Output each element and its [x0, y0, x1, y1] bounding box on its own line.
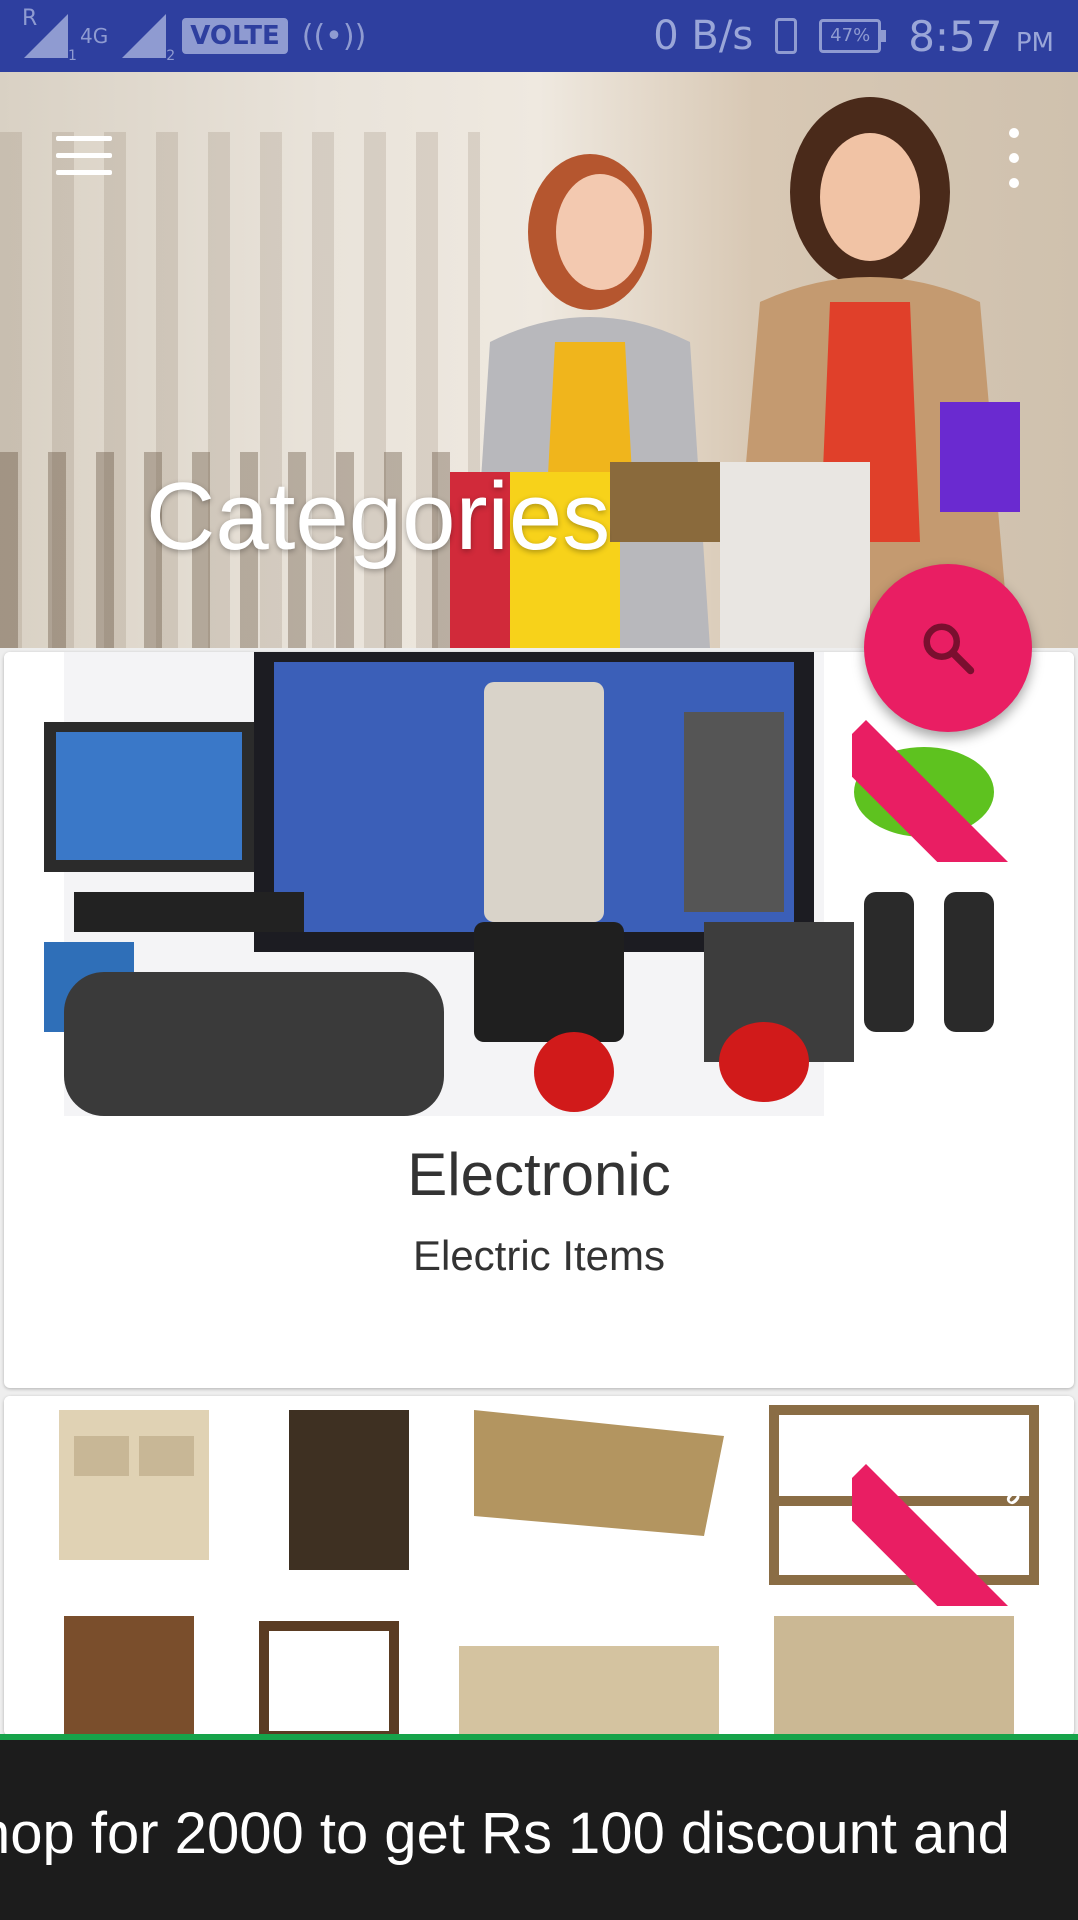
status-bar: R 1 4G 2 VOLTE ((•)) 0 B/s 47% 8:57 PM	[0, 0, 1078, 72]
data-speed: 0 B/s	[653, 13, 754, 59]
category-card-electronic[interactable]: 10% Electronic Electric Items	[4, 652, 1074, 1388]
page-title: Categories	[146, 463, 611, 570]
categories-header: Categories	[0, 72, 1078, 648]
search-icon	[923, 623, 975, 675]
category-title: Electronic	[407, 1141, 671, 1208]
network-type-label: 4G	[80, 24, 109, 48]
hamburger-menu-icon[interactable]	[56, 136, 112, 180]
category-card-furniture[interactable]: 15%	[4, 1396, 1074, 1736]
banner-accent-line	[0, 1734, 1078, 1740]
promo-marquee-text: hop for 2000 to get Rs 100 discount and	[0, 1801, 1010, 1866]
shopper-woman-right-illustration	[720, 97, 1020, 648]
battery-icon: 47%	[819, 19, 887, 53]
vibrate-icon	[775, 18, 798, 54]
volte-badge: VOLTE	[182, 18, 288, 54]
category-subtitle: Electric Items	[412, 1232, 666, 1279]
promo-marquee-banner[interactable]: hop for 2000 to get Rs 100 discount and	[0, 1734, 1078, 1920]
sim1-signal-icon: R 1	[22, 6, 77, 64]
clock: 8:57 PM	[908, 11, 1054, 61]
hotspot-icon: ((•))	[301, 18, 367, 54]
search-fab-button[interactable]	[864, 564, 1032, 732]
battery-percent: 47%	[819, 19, 882, 53]
sim2-signal-icon: 2	[122, 14, 175, 64]
discount-ribbon: 15%	[852, 1396, 1062, 1606]
more-options-icon[interactable]	[1000, 128, 1028, 188]
discount-label: 15%	[965, 1445, 1032, 1512]
